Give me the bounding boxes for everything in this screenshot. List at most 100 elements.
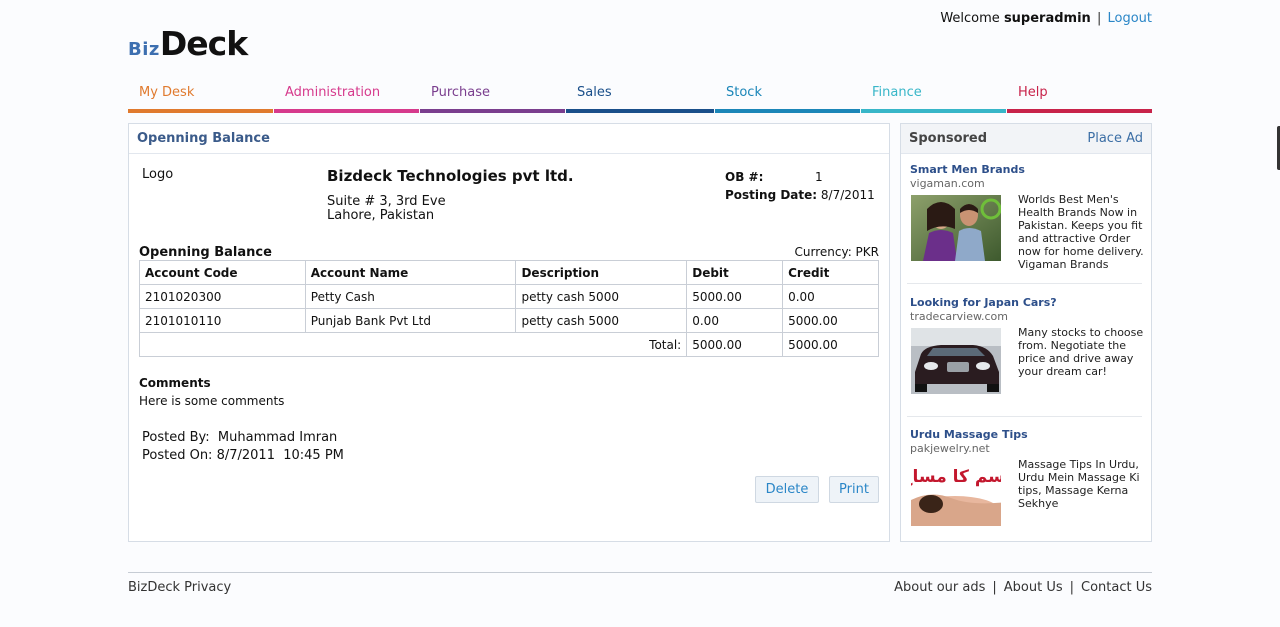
ad-domain: vigaman.com [910, 177, 985, 190]
ob-value: 1 [815, 170, 823, 184]
table-row: 2101020300 Petty Cash petty cash 5000 50… [139, 284, 879, 309]
ob-number: OB #: 1 [725, 170, 823, 184]
posting-date-label: Posting Date: [725, 188, 818, 202]
ad-image-caption: جسم کا مساج [911, 467, 1001, 487]
ad-title[interactable]: Urdu Massage Tips [910, 428, 1146, 441]
contact-us-link[interactable]: Contact Us [1081, 580, 1152, 595]
credit-cell: 5000.00 [782, 308, 879, 333]
table-header-row: Account Code Account Name Description De… [139, 260, 879, 285]
ad-item[interactable]: Smart Men Brands vigaman.com Worlds Best… [907, 163, 1146, 284]
tab-underline [566, 109, 714, 113]
tab-stock[interactable]: Stock [715, 84, 861, 113]
sponsored-sidebar: Sponsored Place Ad Smart Men Brands viga… [900, 123, 1152, 542]
comments-text: Here is some comments [139, 394, 285, 408]
tab-my-desk[interactable]: My Desk [128, 84, 274, 113]
column-header: Debit [686, 260, 784, 285]
total-debit: 5000.00 [686, 332, 784, 357]
tab-help[interactable]: Help [1007, 84, 1152, 113]
comments-title: Comments [139, 376, 211, 390]
ad-title[interactable]: Smart Men Brands [910, 163, 1146, 176]
total-label: Total: [138, 332, 688, 357]
tab-label: My Desk [139, 85, 195, 100]
panel-title: Openning Balance [129, 124, 889, 154]
posted-by-value: Muhammad Imran [217, 430, 338, 445]
ad-divider [907, 416, 1142, 417]
opening-balance-table: Account Code Account Name Description De… [138, 260, 879, 357]
sponsored-title: Sponsored [909, 131, 988, 146]
tab-label: Help [1018, 85, 1048, 100]
print-button[interactable]: Print [829, 476, 879, 503]
tab-finance[interactable]: Finance [861, 84, 1007, 113]
posted-on-label: Posted On: [142, 448, 213, 463]
currency-label: Currency: PKR [794, 245, 880, 259]
tab-administration[interactable]: Administration [274, 84, 420, 113]
tab-sales[interactable]: Sales [566, 84, 715, 113]
tab-label: Administration [285, 85, 381, 100]
ad-title[interactable]: Looking for Japan Cars? [910, 296, 1146, 309]
company-logo-placeholder: Logo [142, 167, 174, 182]
posting-date-value: 8/7/2011 [820, 188, 875, 202]
ad-item[interactable]: Urdu Massage Tips pakjewelry.net جسم کا … [910, 428, 1146, 526]
column-header: Account Code [139, 260, 306, 285]
tab-underline [274, 109, 419, 113]
ad-item[interactable]: Looking for Japan Cars? tradecarview.com… [907, 296, 1146, 417]
tab-underline [420, 109, 565, 113]
total-credit: 5000.00 [782, 332, 879, 357]
account-code-cell: 2101010110 [139, 308, 306, 333]
account-code-cell: 2101020300 [139, 284, 306, 309]
couple-photo-icon[interactable] [911, 195, 1001, 261]
column-header: Account Name [304, 260, 517, 285]
posted-on: Posted On: 8/7/2011 10:45 PM [142, 448, 344, 463]
description-cell: petty cash 5000 [515, 308, 688, 333]
welcome-bar: Welcome superadmin | Logout [940, 11, 1152, 26]
delete-button[interactable]: Delete [755, 476, 819, 503]
posted-by: Posted By: Muhammad Imran [142, 430, 337, 445]
posting-date: Posting Date: 8/7/2011 [725, 188, 875, 202]
table-total-row: Total: 5000.00 5000.00 [138, 332, 879, 357]
place-ad-link[interactable]: Place Ad [1087, 131, 1143, 146]
footer-divider [128, 572, 1152, 573]
tab-underline [1007, 109, 1152, 113]
ad-domain: pakjewelry.net [910, 442, 990, 455]
welcome-separator: | [1096, 11, 1102, 26]
credit-cell: 0.00 [782, 284, 879, 309]
ad-text: Many stocks to choose from. Negotiate th… [1018, 326, 1144, 378]
tab-underline [128, 109, 273, 113]
account-name-cell: Punjab Bank Pvt Ltd [304, 308, 517, 333]
main-nav: My Desk Administration Purchase Sales St… [128, 84, 1152, 113]
footer-separator: | [992, 580, 997, 595]
logo-biz: Biz [128, 39, 160, 60]
company-name: Bizdeck Technologies pvt ltd. [327, 167, 574, 185]
ad-text: Worlds Best Men's Health Brands Now in P… [1018, 193, 1144, 271]
column-header: Credit [782, 260, 879, 285]
logout-link[interactable]: Logout [1107, 11, 1152, 26]
section-title: Openning Balance [139, 245, 272, 260]
ad-domain: tradecarview.com [910, 310, 1008, 323]
about-our-ads-link[interactable]: About our ads [894, 580, 985, 595]
bizdeck-logo[interactable]: BizDeck [128, 24, 248, 63]
tab-underline [715, 109, 860, 113]
debit-cell: 0.00 [686, 308, 784, 333]
debit-cell: 5000.00 [686, 284, 784, 309]
massage-photo-icon[interactable]: جسم کا مساج [911, 460, 1001, 526]
ob-label: OB #: [725, 170, 764, 184]
opening-balance-panel: Openning Balance Logo Bizdeck Technologi… [128, 123, 890, 542]
address-line-1: Suite # 3, 3rd Eve [327, 194, 446, 209]
description-cell: petty cash 5000 [515, 284, 688, 309]
tab-label: Stock [726, 85, 762, 100]
tab-label: Purchase [431, 85, 491, 100]
about-us-link[interactable]: About Us [1004, 580, 1063, 595]
address-line-2: Lahore, Pakistan [327, 208, 435, 223]
car-photo-icon[interactable] [911, 328, 1001, 394]
tab-label: Sales [577, 85, 612, 100]
footer-separator: | [1069, 580, 1074, 595]
column-header: Description [515, 260, 688, 285]
welcome-prefix: Welcome [940, 11, 1000, 26]
tab-purchase[interactable]: Purchase [420, 84, 566, 113]
posted-by-label: Posted By: [142, 430, 210, 445]
table-row: 2101010110 Punjab Bank Pvt Ltd petty cas… [139, 308, 879, 333]
sponsored-header: Sponsored Place Ad [901, 124, 1151, 154]
username: superadmin [1003, 11, 1091, 26]
privacy-link[interactable]: BizDeck Privacy [128, 580, 231, 595]
posted-on-value: 8/7/2011 10:45 PM [216, 448, 344, 463]
